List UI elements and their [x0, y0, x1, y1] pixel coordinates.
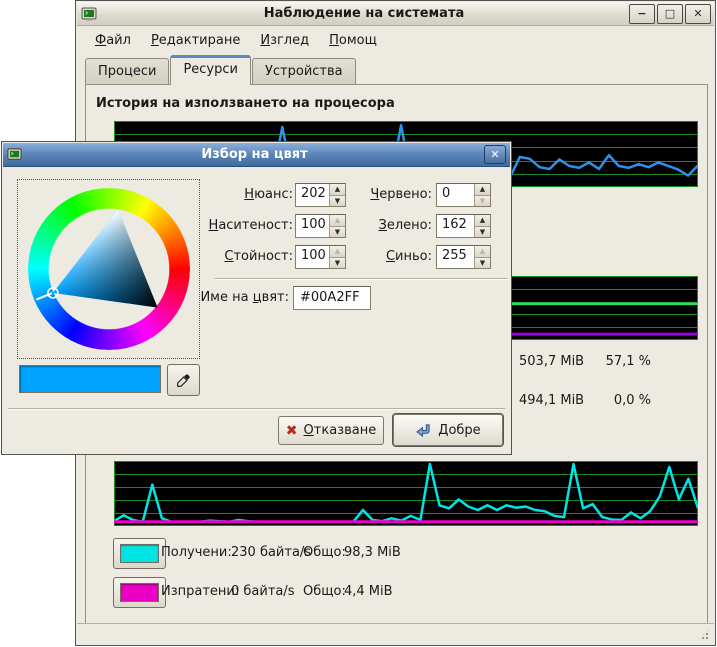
hue-value[interactable]: 202	[296, 184, 329, 206]
tab-bar: Процеси Ресурси Устройства	[85, 56, 706, 85]
fields-separator	[215, 278, 507, 280]
dialog-titlebar[interactable]: Избор на цвят ✕	[3, 143, 510, 167]
received-total-label: Общо:	[303, 545, 346, 560]
network-history-chart	[114, 461, 698, 526]
minimize-button[interactable]: −	[629, 4, 655, 24]
swap-used-percent: 0,0 %	[576, 393, 651, 408]
menu-view[interactable]: Изглед	[251, 30, 318, 51]
color-name-label: Име на цвят:	[172, 290, 289, 305]
received-rate: 230 байта/s	[231, 545, 311, 560]
tab-processes[interactable]: Процеси	[85, 58, 169, 85]
green-label: Зелено:	[332, 218, 432, 233]
red-value[interactable]: 0	[437, 184, 474, 206]
color-name-input[interactable]: #00A2FF	[293, 286, 371, 310]
close-button[interactable]: ✕	[685, 4, 711, 24]
ok-button-label: Добре	[438, 423, 480, 438]
window-controls: − □ ✕	[629, 4, 711, 24]
cancel-button-label: Отказване	[304, 423, 377, 438]
ok-button[interactable]: Добре	[393, 414, 503, 446]
menu-help[interactable]: Помощ	[320, 30, 386, 51]
cpu-history-heading: История на използването на процесора	[96, 96, 395, 111]
saturation-label: Наситеност:	[183, 218, 293, 233]
blue-spin-up[interactable]: ▲	[475, 246, 490, 258]
menu-edit[interactable]: Редактиране	[142, 30, 249, 51]
received-color-button[interactable]	[113, 538, 166, 569]
color-preview-swatch	[19, 365, 161, 393]
main-titlebar[interactable]: Наблюдение на системата − □ ✕	[77, 2, 714, 26]
red-spinbox[interactable]: 0 ▲▼	[436, 183, 491, 207]
sent-total-label: Общо:	[303, 584, 346, 599]
buttons-separator	[8, 408, 505, 410]
window-title: Наблюдение на системата	[99, 6, 629, 21]
dialog-close-button[interactable]: ✕	[484, 145, 506, 164]
value-value[interactable]: 100	[296, 246, 329, 268]
maximize-button[interactable]: □	[657, 4, 683, 24]
sent-label: Изпратени:	[161, 584, 239, 599]
red-spin-down[interactable]: ▼	[475, 196, 490, 207]
tab-devices[interactable]: Устройства	[252, 58, 356, 85]
received-color-swatch	[120, 544, 159, 563]
resize-grip[interactable]	[697, 628, 710, 641]
red-spin-up[interactable]: ▲	[475, 184, 490, 196]
dialog-title: Избор на цвят	[25, 147, 484, 162]
cancel-x-icon: ✖	[286, 424, 298, 438]
menubar: Файл Редактиране Изглед Помощ	[78, 27, 713, 53]
green-spinbox[interactable]: 162 ▲▼	[436, 214, 491, 238]
received-total: 98,3 MiB	[344, 545, 401, 560]
value-label: Стойност:	[183, 249, 293, 264]
saturation-value-triangle[interactable]	[18, 180, 199, 358]
sent-color-button[interactable]	[113, 577, 166, 608]
color-picker-dialog: Избор на цвят ✕	[1, 141, 512, 455]
menu-file[interactable]: Файл	[86, 30, 140, 51]
hue-label: Нюанс:	[183, 187, 293, 202]
red-label: Червено:	[332, 187, 432, 202]
received-label: Получени:	[161, 545, 232, 560]
blue-value[interactable]: 255	[437, 246, 474, 268]
cancel-button[interactable]: ✖ Отказване	[278, 416, 384, 445]
saturation-value[interactable]: 100	[296, 215, 329, 237]
tab-resources[interactable]: Ресурси	[170, 55, 251, 85]
green-value[interactable]: 162	[437, 215, 474, 237]
blue-label: Синьо:	[332, 249, 432, 264]
memory-used-percent: 57,1 %	[576, 354, 651, 369]
ok-enter-icon	[415, 423, 432, 438]
eyedropper-icon	[176, 373, 191, 388]
sent-rate: 0 байта/s	[231, 584, 295, 599]
color-wheel-box	[17, 179, 200, 359]
blue-spinbox[interactable]: 255 ▲▼	[436, 245, 491, 269]
sent-total: 4,4 MiB	[344, 584, 393, 599]
green-spin-down[interactable]: ▼	[475, 227, 490, 238]
eyedropper-button[interactable]	[167, 364, 200, 396]
status-bar	[77, 623, 714, 644]
blue-spin-down[interactable]: ▼	[475, 258, 490, 269]
green-spin-up[interactable]: ▲	[475, 215, 490, 227]
app-icon	[81, 6, 99, 22]
sent-color-swatch	[120, 583, 159, 602]
desktop: Наблюдение на системата − □ ✕ Файл Редак…	[0, 0, 717, 647]
dialog-icon	[7, 147, 25, 163]
